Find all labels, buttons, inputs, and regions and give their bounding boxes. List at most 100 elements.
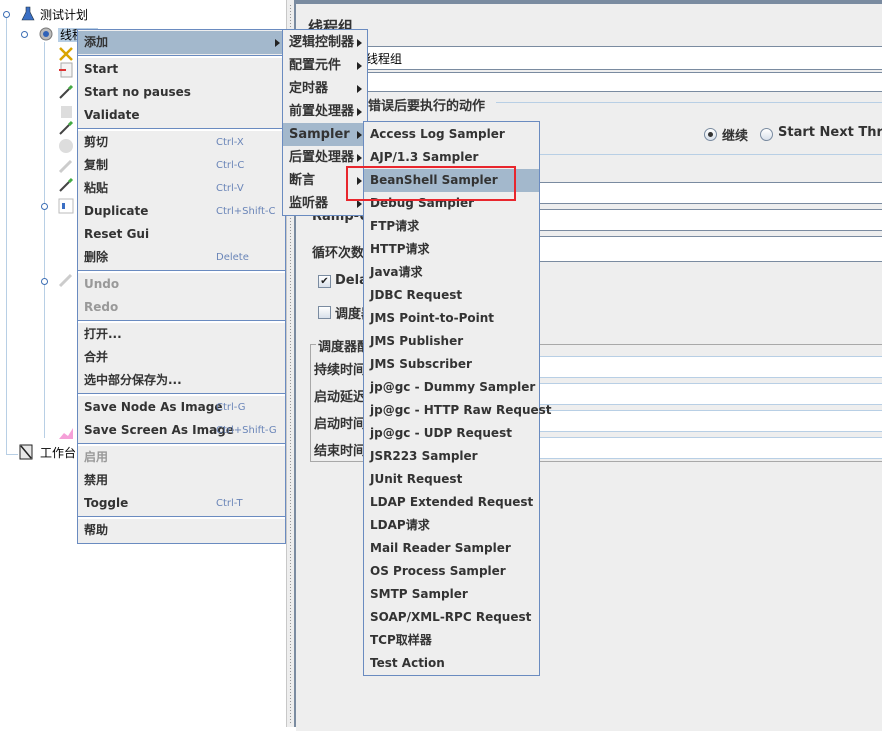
add-submenu-item[interactable]: 定时器 bbox=[283, 77, 367, 100]
sampler-menu-item[interactable]: JDBC Request bbox=[364, 284, 539, 307]
context-menu-item[interactable]: Validate bbox=[78, 104, 285, 127]
loop-count-field[interactable] bbox=[540, 236, 882, 262]
duration-field[interactable] bbox=[540, 356, 882, 378]
menu-item-label: Mail Reader Sampler bbox=[370, 541, 511, 555]
add-submenu-item[interactable]: Sampler bbox=[283, 123, 367, 146]
sampler-menu-item[interactable]: FTP请求 bbox=[364, 215, 539, 238]
sampler-menu-item[interactable]: JUnit Request bbox=[364, 468, 539, 491]
tree-expand-handle[interactable] bbox=[21, 31, 28, 38]
end-time-field[interactable] bbox=[540, 437, 882, 459]
menu-item-label: JUnit Request bbox=[370, 472, 463, 486]
radio-continue-label[interactable]: 继续 bbox=[722, 125, 748, 144]
flask-icon bbox=[20, 6, 36, 22]
menu-item-label: JMS Publisher bbox=[370, 334, 464, 348]
scheduler-checkbox[interactable] bbox=[318, 306, 331, 319]
add-submenu-item[interactable]: 前置处理器 bbox=[283, 100, 367, 123]
tree-expand-handle[interactable] bbox=[41, 278, 48, 285]
context-menu-item[interactable]: 添加 bbox=[78, 31, 285, 54]
context-menu-item[interactable]: Duplicate Ctrl+Shift-C bbox=[78, 200, 285, 223]
menu-item-label: 监听器 bbox=[289, 196, 329, 211]
menu-item-label: Save Node As Image bbox=[84, 400, 223, 414]
controller-icon bbox=[58, 198, 74, 214]
add-submenu-item[interactable]: 逻辑控制器 bbox=[283, 31, 367, 54]
sampler-menu-item[interactable]: LDAP请求 bbox=[364, 514, 539, 537]
group-border bbox=[496, 102, 882, 103]
document-arrow-icon bbox=[58, 62, 74, 78]
sampler-menu-item[interactable]: Mail Reader Sampler bbox=[364, 537, 539, 560]
timer-icon bbox=[58, 138, 74, 154]
context-menu-item[interactable]: 禁用 bbox=[78, 469, 285, 492]
context-menu-item[interactable]: 剪切 Ctrl-X bbox=[78, 131, 285, 154]
menu-item-shortcut: Ctrl-X bbox=[216, 137, 244, 148]
tree-node-test-plan[interactable]: 测试计划 bbox=[40, 6, 88, 23]
name-field[interactable]: 线程组 bbox=[366, 46, 882, 70]
thread-count-field[interactable] bbox=[540, 182, 882, 204]
menu-item-label: Start bbox=[84, 62, 119, 76]
delay-checkbox[interactable]: ✔ bbox=[318, 275, 331, 288]
menu-item-label: jp@gc - HTTP Raw Request bbox=[370, 403, 552, 417]
menu-item-label: 配置元件 bbox=[289, 58, 342, 73]
sampler-menu-item[interactable]: jp@gc - UDP Request bbox=[364, 422, 539, 445]
sampler-menu-item[interactable]: JMS Publisher bbox=[364, 330, 539, 353]
sampler-menu-item[interactable]: TCP取样器 bbox=[364, 629, 539, 652]
context-menu-item[interactable]: Start bbox=[78, 58, 285, 81]
submenu-arrow-icon bbox=[357, 154, 362, 162]
context-menu-item[interactable]: 复制 Ctrl-C bbox=[78, 154, 285, 177]
dropper-icon bbox=[58, 120, 74, 136]
context-menu-item[interactable]: 打开... bbox=[78, 323, 285, 346]
menu-item-label: 逻辑控制器 bbox=[289, 35, 355, 50]
submenu-arrow-icon bbox=[357, 85, 362, 93]
submenu-arrow-icon bbox=[357, 200, 362, 208]
context-menu-item[interactable]: Start no pauses bbox=[78, 81, 285, 104]
sampler-menu-item[interactable]: SOAP/XML-RPC Request bbox=[364, 606, 539, 629]
context-menu-item[interactable]: Save Screen As Image Ctrl+Shift-G bbox=[78, 419, 285, 442]
sampler-menu-item[interactable]: HTTP请求 bbox=[364, 238, 539, 261]
context-menu-item[interactable]: 选中部分保存为... bbox=[78, 369, 285, 392]
sampler-menu-item[interactable]: Access Log Sampler bbox=[364, 123, 539, 146]
tree-expand-handle[interactable] bbox=[3, 11, 10, 18]
sampler-menu-item[interactable]: jp@gc - Dummy Sampler bbox=[364, 376, 539, 399]
ramp-up-field[interactable] bbox=[540, 209, 882, 231]
sampler-menu-item[interactable]: jp@gc - HTTP Raw Request bbox=[364, 399, 552, 422]
menu-separator bbox=[78, 320, 285, 323]
menu-item-label: JMS Subscriber bbox=[370, 357, 472, 371]
context-menu-item[interactable]: 合并 bbox=[78, 346, 285, 369]
menu-item-label: 断言 bbox=[289, 173, 316, 188]
radio-start-next-loop-label[interactable]: Start Next Thread Loop bbox=[778, 125, 882, 140]
context-menu-item[interactable]: 帮助 bbox=[78, 519, 285, 542]
menu-item-label: FTP请求 bbox=[370, 219, 420, 233]
radio-start-next-loop[interactable] bbox=[760, 128, 773, 141]
tree-expand-handle[interactable] bbox=[41, 203, 48, 210]
tree-line bbox=[44, 42, 45, 438]
sampler-menu-item[interactable]: LDAP Extended Request bbox=[364, 491, 539, 514]
menu-item-label: Access Log Sampler bbox=[370, 127, 505, 141]
sampler-menu-item[interactable]: Test Action bbox=[364, 652, 539, 675]
on-error-group-label: 错误后要执行的动作 bbox=[368, 99, 486, 114]
menu-separator bbox=[78, 443, 285, 446]
radio-continue[interactable] bbox=[704, 128, 717, 141]
startup-delay-field[interactable] bbox=[540, 383, 882, 405]
sampler-menu-item[interactable]: JSR223 Sampler bbox=[364, 445, 539, 468]
workbench-icon bbox=[18, 444, 34, 460]
sampler-menu-item[interactable]: JMS Point-to-Point bbox=[364, 307, 539, 330]
context-menu: 添加 Start Start no pauses Validate 剪切 Ctrl-X 复制… bbox=[77, 29, 286, 544]
menu-item-label: 合并 bbox=[84, 350, 109, 364]
context-menu-item[interactable]: 删除 Delete bbox=[78, 246, 285, 269]
menu-item-label: Test Action bbox=[370, 656, 445, 670]
sampler-menu-item[interactable]: OS Process Sampler bbox=[364, 560, 539, 583]
submenu-arrow-icon bbox=[357, 62, 362, 70]
context-menu-item[interactable]: 粘贴 Ctrl-V bbox=[78, 177, 285, 200]
start-time-field[interactable] bbox=[540, 410, 882, 432]
plugin-icon bbox=[58, 104, 74, 120]
context-menu-item[interactable]: Save Node As Image Ctrl-G bbox=[78, 396, 285, 419]
menu-item-label: 帮助 bbox=[84, 523, 109, 537]
comments-field[interactable] bbox=[366, 72, 882, 92]
context-menu-item[interactable]: Reset Gui bbox=[78, 223, 285, 246]
sampler-menu-item[interactable]: JMS Subscriber bbox=[364, 353, 539, 376]
context-menu-item[interactable]: Toggle Ctrl-T bbox=[78, 492, 285, 515]
sampler-menu-item[interactable]: Java请求 bbox=[364, 261, 539, 284]
tree-node-workbench[interactable]: 工作台 bbox=[40, 444, 76, 461]
add-submenu-item[interactable]: 配置元件 bbox=[283, 54, 367, 77]
menu-item-label: Redo bbox=[84, 300, 119, 314]
sampler-menu-item[interactable]: SMTP Sampler bbox=[364, 583, 539, 606]
